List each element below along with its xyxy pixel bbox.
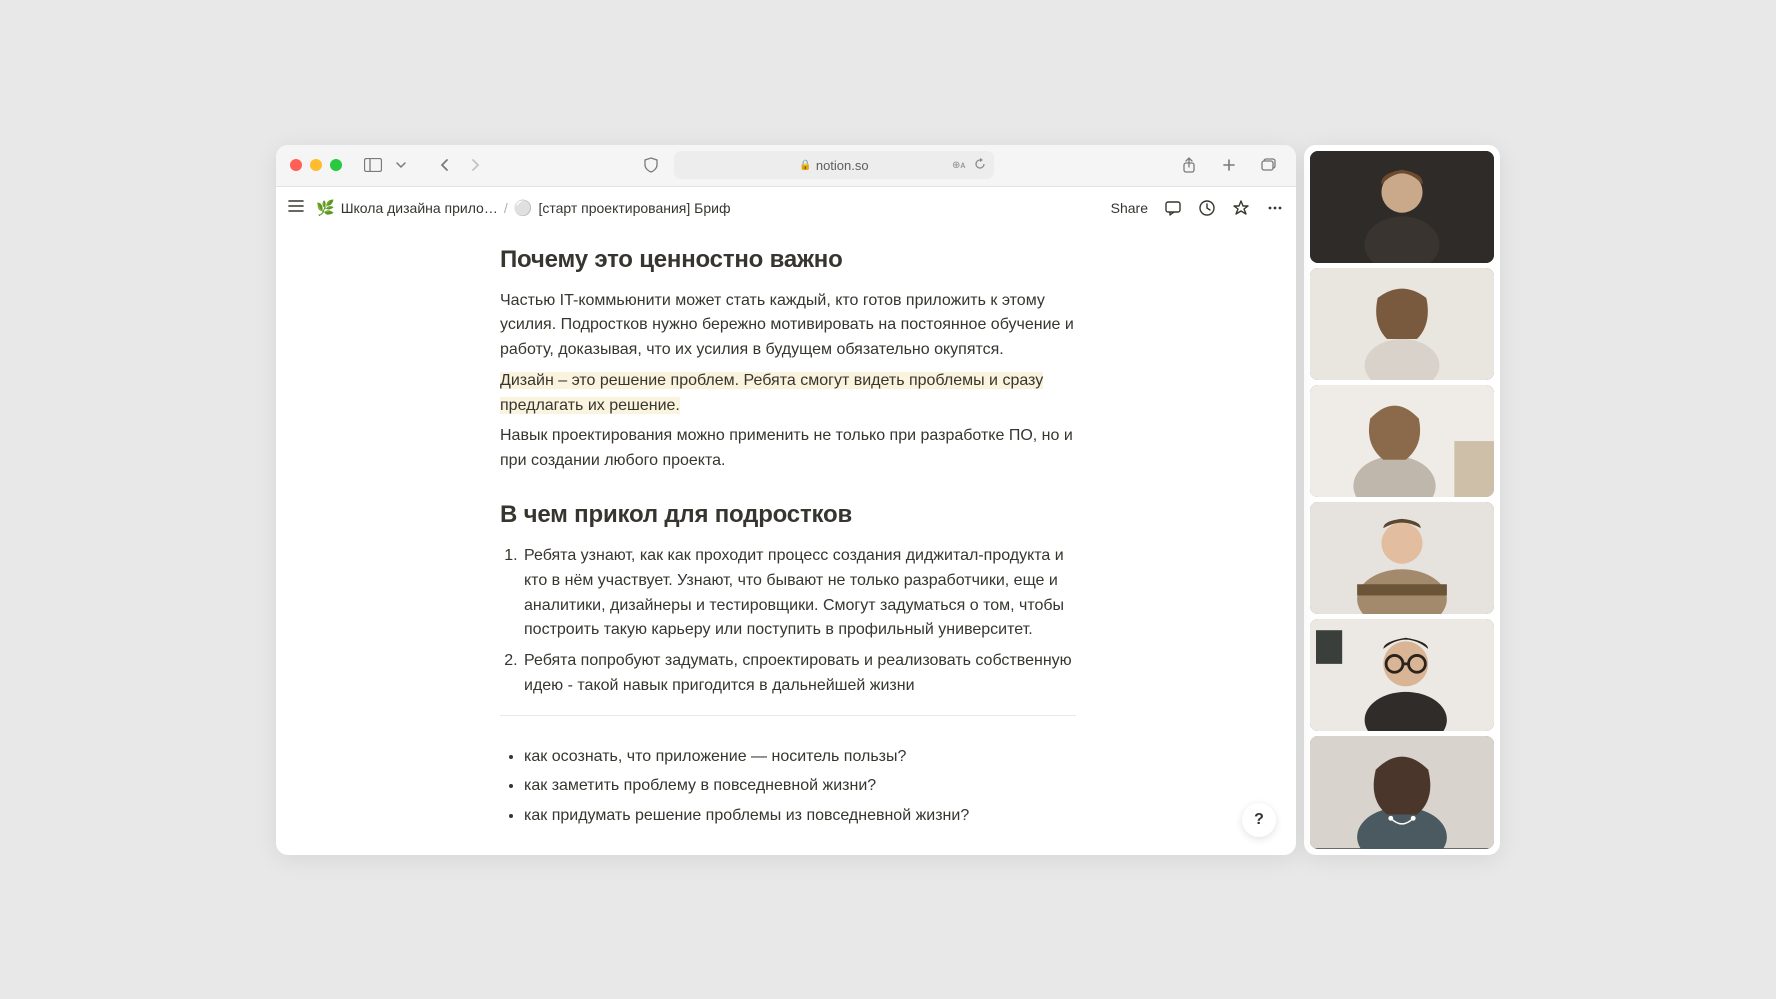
- tabs-overview-icon[interactable]: [1256, 152, 1282, 178]
- sidebar-toggle-icon[interactable]: [360, 152, 386, 178]
- new-tab-icon[interactable]: [1216, 152, 1242, 178]
- participant-tile[interactable]: [1310, 502, 1494, 614]
- breadcrumb-page[interactable]: [старт проектирования] Бриф: [538, 200, 730, 216]
- back-button[interactable]: [432, 152, 458, 178]
- share-icon[interactable]: [1176, 152, 1202, 178]
- breadcrumb-root-emoji: 🌿: [316, 199, 335, 217]
- reload-icon[interactable]: [974, 158, 986, 173]
- breadcrumb-sep: /: [504, 200, 508, 216]
- hamburger-icon[interactable]: [288, 199, 306, 216]
- chevron-down-icon[interactable]: [388, 152, 414, 178]
- list-item[interactable]: как придумать решение проблемы из повсед…: [524, 803, 1076, 829]
- fullscreen-window-button[interactable]: [330, 159, 342, 171]
- paragraph[interactable]: Навык проектирования можно применить не …: [500, 424, 1076, 474]
- comments-icon[interactable]: [1164, 199, 1182, 217]
- window-controls: [290, 159, 342, 171]
- notion-page-content[interactable]: Почему это ценностно важно Частью IT-ком…: [276, 229, 1296, 855]
- breadcrumb: 🌿 Школа дизайна прило… / ⚪ [старт проект…: [316, 199, 730, 217]
- paragraph[interactable]: Частью IT-коммьюнити может стать каждый,…: [500, 289, 1076, 363]
- address-bar[interactable]: 🔒 notion.so ⊕ᴀ: [674, 151, 994, 179]
- updates-icon[interactable]: [1198, 199, 1216, 217]
- browser-window: 🔒 notion.so ⊕ᴀ: [276, 145, 1296, 855]
- safari-toolbar: 🔒 notion.so ⊕ᴀ: [276, 145, 1296, 187]
- breadcrumb-page-emoji: ⚪: [514, 199, 533, 217]
- ordered-list: Ребята узнают, как как проходит процесс …: [500, 544, 1076, 699]
- share-button[interactable]: Share: [1111, 200, 1148, 216]
- breadcrumb-root[interactable]: Школа дизайна прило…: [341, 200, 498, 216]
- forward-button[interactable]: [462, 152, 488, 178]
- list-item[interactable]: Ребята попробуют задумать, спроектироват…: [522, 649, 1076, 699]
- list-item[interactable]: как заметить проблему в повседневной жиз…: [524, 773, 1076, 799]
- more-icon[interactable]: [1266, 199, 1284, 217]
- list-item[interactable]: как осознать, что приложение — носитель …: [524, 744, 1076, 770]
- divider: [500, 715, 1076, 716]
- translate-icon[interactable]: ⊕ᴀ: [952, 158, 968, 173]
- participant-tile[interactable]: [1310, 385, 1494, 497]
- lock-icon: 🔒: [799, 160, 811, 171]
- participant-tile[interactable]: [1310, 736, 1494, 848]
- help-button[interactable]: ?: [1242, 803, 1276, 837]
- paragraph-highlighted[interactable]: Дизайн – это решение проблем. Ребята смо…: [500, 369, 1076, 419]
- url-host: notion.so: [816, 158, 869, 173]
- video-call-panel: [1304, 145, 1500, 855]
- favorite-icon[interactable]: [1232, 199, 1250, 217]
- participant-tile[interactable]: [1310, 151, 1494, 263]
- heading-why-valuable[interactable]: Почему это ценностно важно: [500, 245, 1076, 275]
- bullet-list: как осознать, что приложение — носитель …: [500, 744, 1076, 829]
- privacy-report-icon[interactable]: [638, 152, 664, 178]
- minimize-window-button[interactable]: [310, 159, 322, 171]
- participant-tile[interactable]: [1310, 268, 1494, 380]
- close-window-button[interactable]: [290, 159, 302, 171]
- heading-teens[interactable]: В чем прикол для подростков: [500, 500, 1076, 530]
- workspace: 🔒 notion.so ⊕ᴀ: [236, 105, 1540, 895]
- participant-tile[interactable]: [1310, 619, 1494, 731]
- svg-text:⊕ᴀ: ⊕ᴀ: [952, 160, 965, 170]
- notion-topbar: 🌿 Школа дизайна прило… / ⚪ [старт проект…: [276, 187, 1296, 229]
- list-item[interactable]: Ребята узнают, как как проходит процесс …: [522, 544, 1076, 643]
